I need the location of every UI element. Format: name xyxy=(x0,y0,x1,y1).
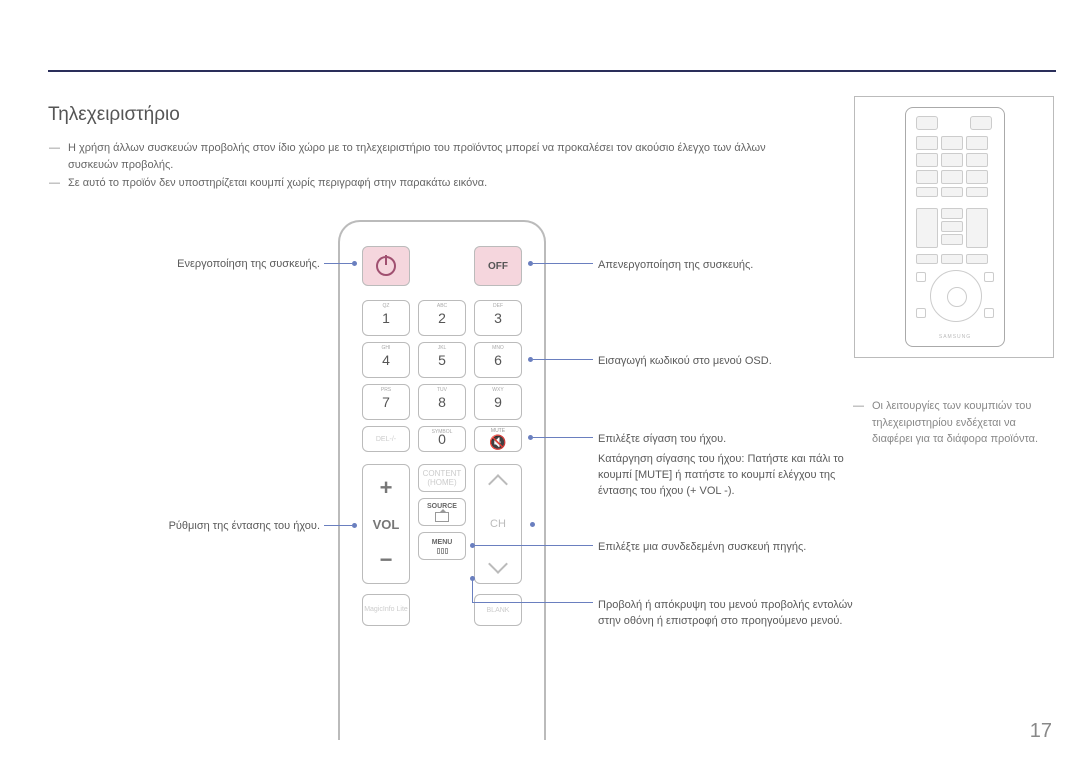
note-2: Σε αυτό το προϊόν δεν υποστηρίζεται κουμ… xyxy=(68,175,808,192)
del-button[interactable]: DEL-/- xyxy=(362,426,410,452)
num-6-button[interactable]: MNO6 xyxy=(474,342,522,378)
label-unmute: Κατάργηση σίγασης του ήχου: Πατήστε και … xyxy=(598,452,858,500)
mini-brand: SAMSUNG xyxy=(906,334,1004,340)
menu-icon xyxy=(437,548,448,554)
vol-label: VOL xyxy=(373,517,400,532)
source-button[interactable]: SOURCE xyxy=(418,498,466,526)
chevron-up-icon xyxy=(488,474,508,494)
label-osd-code: Εισαγωγή κωδικού στο μενού OSD. xyxy=(598,354,858,370)
num-7-button[interactable]: PRS7 xyxy=(362,384,410,420)
chevron-down-icon xyxy=(488,554,508,574)
num-4-button[interactable]: GHI4 xyxy=(362,342,410,378)
num-8-button[interactable]: TUV8 xyxy=(418,384,466,420)
num-5-button[interactable]: JKL5 xyxy=(418,342,466,378)
label-mute: Επιλέξτε σίγαση του ήχου. xyxy=(598,432,858,448)
page-number: 17 xyxy=(1030,720,1052,743)
label-menu: Προβολή ή απόκρυψη του μενού προβολής εν… xyxy=(598,598,858,630)
label-volume: Ρύθμιση της έντασης του ήχου. xyxy=(60,520,320,532)
num-2-button[interactable]: ABC2 xyxy=(418,300,466,336)
num-3-button[interactable]: DEF3 xyxy=(474,300,522,336)
vol-minus: − xyxy=(380,547,393,573)
right-side-note: Οι λειτουργίες των κουμπιών του τηλεχειρ… xyxy=(872,398,1042,448)
page-title: Τηλεχειριστήριο xyxy=(48,104,180,126)
blank-button[interactable]: BLANK xyxy=(474,594,522,626)
label-source: Επιλέξτε μια συνδεδεμένη συσκευή πηγής. xyxy=(598,540,858,556)
channel-button[interactable]: CH xyxy=(474,464,522,584)
power-icon xyxy=(376,256,396,276)
mute-button[interactable]: MUTE 🔇 xyxy=(474,426,522,452)
content-home-button[interactable]: CONTENT (HOME) xyxy=(418,464,466,492)
power-off-button[interactable]: OFF xyxy=(474,246,522,286)
magicinfo-button[interactable]: MagicInfo Lite xyxy=(362,594,410,626)
volume-button[interactable]: + VOL − xyxy=(362,464,410,584)
source-icon xyxy=(435,512,449,522)
num-9-button[interactable]: WXY9 xyxy=(474,384,522,420)
note-1: Η χρήση άλλων συσκευών προβολής στον ίδι… xyxy=(68,140,808,173)
label-power-on: Ενεργοποίηση της συσκευής. xyxy=(60,258,320,270)
remote-control: OFF QZ1 ABC2 DEF3 GHI4 JKL5 MNO6 PRS7 TU… xyxy=(338,220,546,740)
vol-plus: + xyxy=(380,475,393,501)
ch-label: CH xyxy=(490,518,506,530)
menu-button[interactable]: MENU xyxy=(418,532,466,560)
mini-remote-outline: SAMSUNG xyxy=(905,107,1005,347)
label-power-off: Απενεργοποίηση της συσκευής. xyxy=(598,258,858,274)
mute-icon: 🔇 xyxy=(489,434,506,451)
num-1-button[interactable]: QZ1 xyxy=(362,300,410,336)
header-divider xyxy=(48,70,1056,72)
mini-remote-frame: SAMSUNG xyxy=(854,96,1054,358)
num-0-button[interactable]: SYMBOL0 xyxy=(418,426,466,452)
power-on-button[interactable] xyxy=(362,246,410,286)
